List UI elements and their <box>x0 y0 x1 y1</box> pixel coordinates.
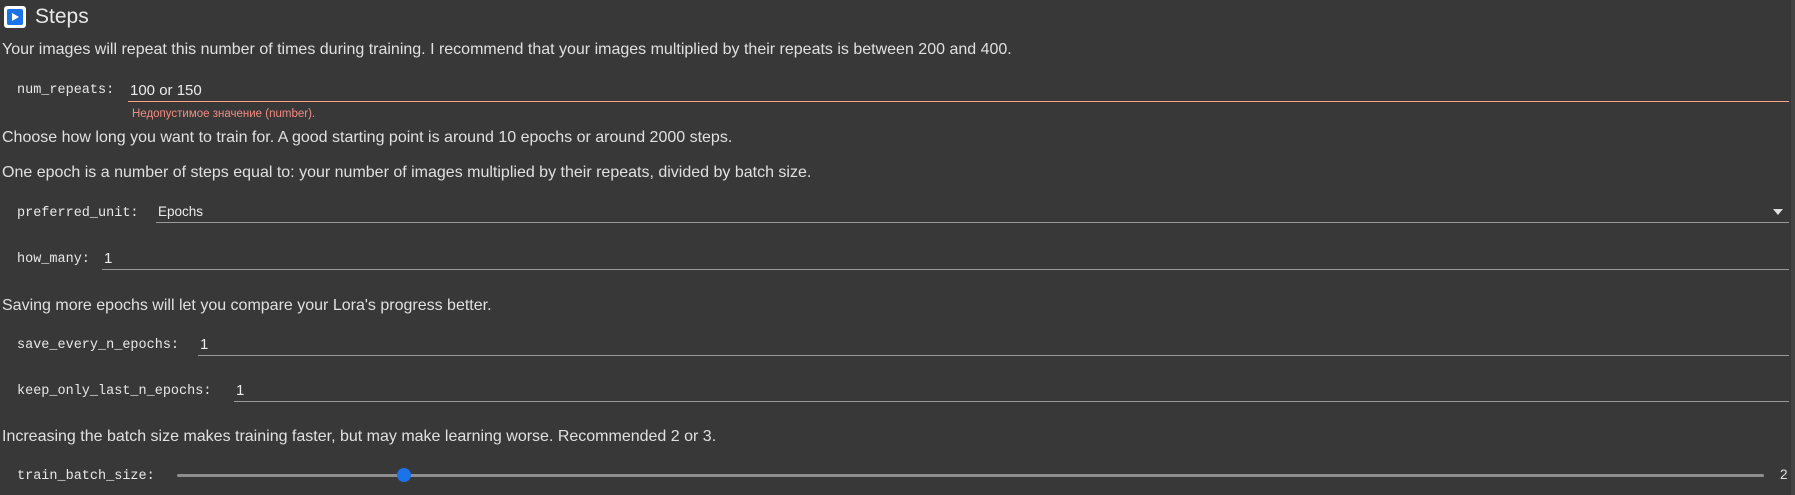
batch-description: Increasing the batch size makes training… <box>2 428 717 445</box>
scrollbar[interactable] <box>1791 0 1795 495</box>
train-batch-size-value: 2 <box>1780 467 1788 482</box>
num-repeats-label: num_repeats: <box>17 83 115 98</box>
num-repeats-error: Недопустимое значение (number). <box>132 108 316 120</box>
how-many-input[interactable] <box>102 248 1789 270</box>
save-every-n-epochs-label: save_every_n_epochs: <box>17 338 180 353</box>
run-cell-button[interactable] <box>4 6 26 28</box>
save-every-n-epochs-input[interactable] <box>198 334 1789 356</box>
preferred-unit-label: preferred_unit: <box>17 206 139 221</box>
train-batch-size-slider[interactable] <box>177 468 1764 482</box>
keep-only-last-n-epochs-label: keep_only_last_n_epochs: <box>17 384 212 399</box>
epoch-description: One epoch is a number of steps equal to:… <box>2 164 812 181</box>
section-title: Steps <box>35 5 89 28</box>
keep-only-last-n-epochs-input[interactable] <box>234 380 1789 402</box>
steps-form-cell: Steps Your images will repeat this numbe… <box>0 0 1795 495</box>
num-repeats-input[interactable] <box>128 80 1789 102</box>
preferred-unit-value: Epochs <box>158 204 204 219</box>
section-header: Steps <box>4 4 89 30</box>
preferred-unit-select[interactable]: Epochs <box>156 201 1789 223</box>
train-length-description: Choose how long you want to train for. A… <box>2 129 733 146</box>
repeats-description: Your images will repeat this number of t… <box>2 41 1012 58</box>
how-many-label: how_many: <box>17 252 90 267</box>
save-description: Saving more epochs will let you compare … <box>2 297 492 314</box>
play-icon <box>7 9 23 25</box>
chevron-down-icon <box>1773 208 1783 215</box>
slider-thumb[interactable] <box>396 468 411 482</box>
train-batch-size-label: train_batch_size: <box>17 469 155 484</box>
